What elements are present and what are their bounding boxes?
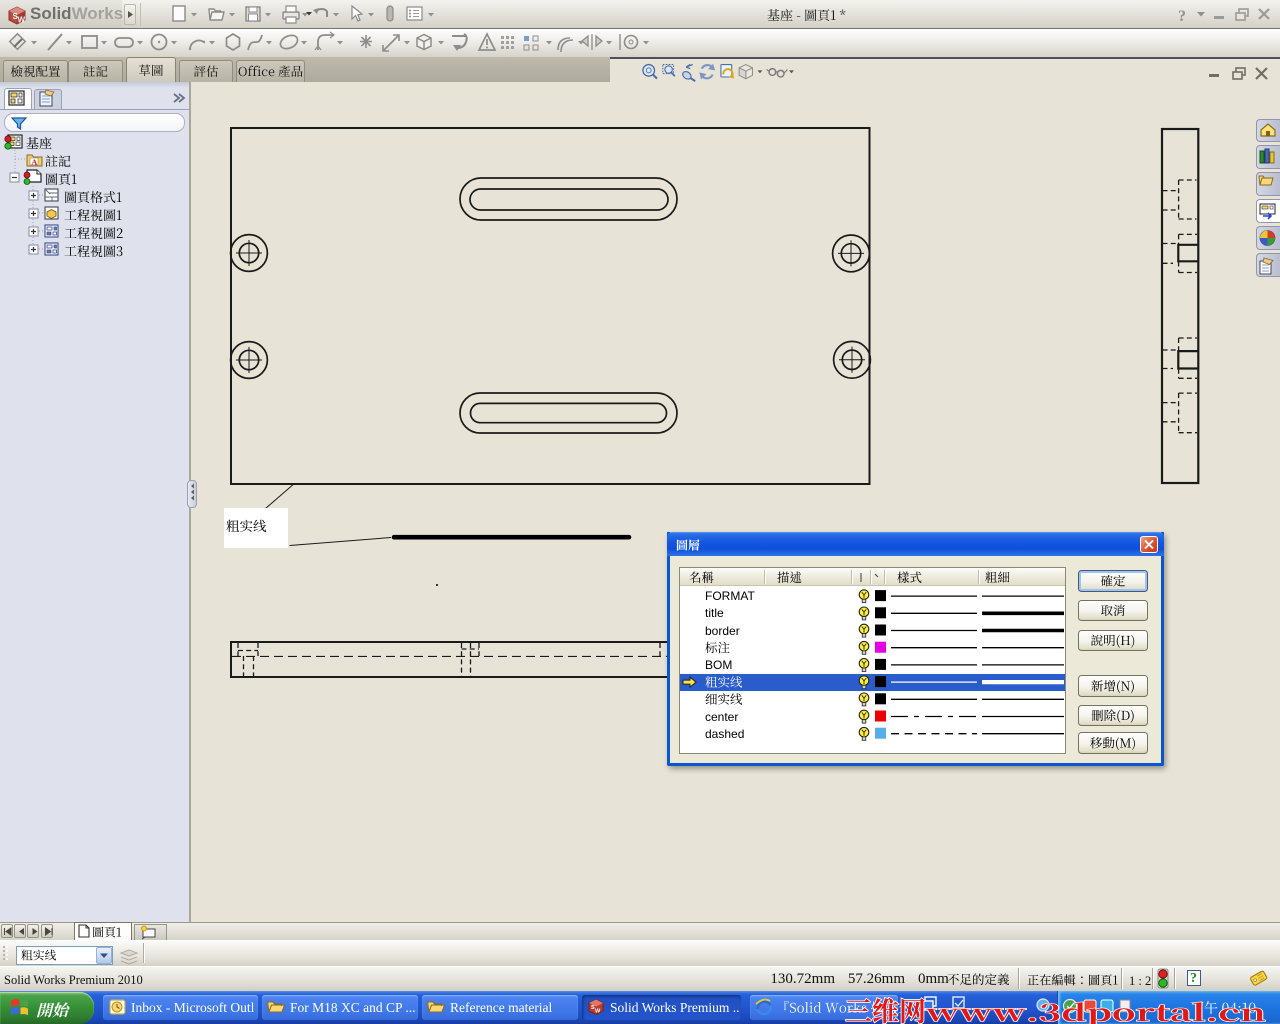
svg-text:W: W — [18, 16, 26, 25]
